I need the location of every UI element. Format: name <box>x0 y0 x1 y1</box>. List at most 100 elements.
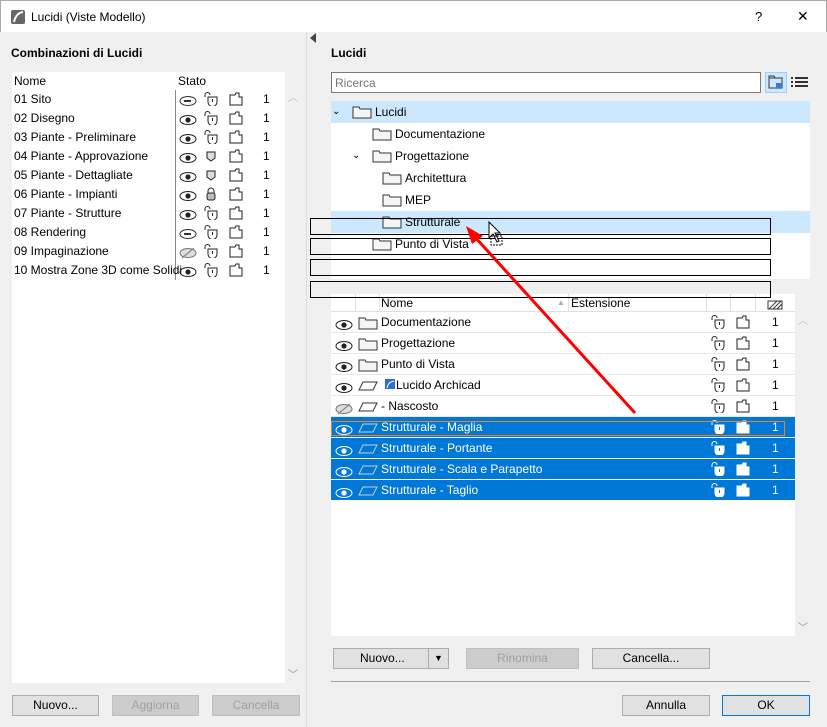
right-delete-button[interactable]: Cancella... <box>592 648 710 669</box>
update-button[interactable]: Aggiorna <box>112 695 199 716</box>
chevron-down-icon[interactable]: ⌄ <box>332 101 340 123</box>
tree-view-button[interactable] <box>765 72 787 93</box>
page-icon[interactable] <box>736 462 750 476</box>
combination-row[interactable]: 09 Impaginazione 1 <box>12 242 285 261</box>
cancel-button[interactable]: Annulla <box>622 695 710 716</box>
page-icon[interactable] <box>736 378 750 392</box>
page-icon[interactable] <box>736 357 750 371</box>
eye-icon[interactable] <box>179 266 197 278</box>
half-eye-icon[interactable] <box>179 228 197 240</box>
page-icon[interactable] <box>229 206 243 220</box>
combination-row[interactable]: 04 Piante - Approvazione 1 <box>12 147 285 166</box>
chevron-down-icon[interactable]: ⌄ <box>352 145 360 167</box>
layer-row[interactable]: Progettazione 1 <box>331 333 795 354</box>
hidden-eye-icon[interactable] <box>335 403 353 415</box>
col-state-header[interactable]: Stato <box>178 74 206 88</box>
left-delete-button[interactable]: Cancella <box>212 695 300 716</box>
lock-icon[interactable] <box>203 187 219 201</box>
scroll-down-icon[interactable]: ﹀ <box>288 666 298 681</box>
page-icon[interactable] <box>736 315 750 329</box>
tree-item[interactable]: MEP <box>331 189 810 211</box>
hidden-eye-icon[interactable] <box>179 247 197 259</box>
unlock-icon[interactable] <box>710 357 726 372</box>
shield-icon[interactable] <box>203 149 219 163</box>
col-name-header[interactable]: Nome <box>381 296 413 310</box>
combination-row[interactable]: 06 Piante - Impianti 1 <box>12 185 285 204</box>
combination-row[interactable]: 07 Piante - Strutture 1 <box>12 204 285 223</box>
unlock-icon[interactable] <box>710 483 726 498</box>
unlock-icon[interactable] <box>203 244 219 259</box>
search-input[interactable] <box>331 72 761 93</box>
unlock-icon[interactable] <box>710 441 726 456</box>
page-icon[interactable] <box>229 244 243 258</box>
scroll-down-icon[interactable]: ﹀ <box>798 619 808 634</box>
page-icon[interactable] <box>736 483 750 497</box>
combination-row[interactable]: 10 Mostra Zone 3D come Solidi 1 <box>12 261 285 280</box>
unlock-icon[interactable] <box>710 399 726 414</box>
layer-row[interactable]: Strutturale - Taglio 1 <box>331 480 795 501</box>
unlock-icon[interactable] <box>203 206 219 221</box>
dropdown-arrow-icon[interactable]: ▼ <box>434 649 443 668</box>
left-new-button[interactable]: Nuovo... <box>12 695 99 716</box>
combination-row[interactable]: 03 Piante - Preliminare 1 <box>12 128 285 147</box>
layer-row[interactable]: - Nascosto 1 <box>331 396 795 417</box>
page-icon[interactable] <box>229 92 243 106</box>
list-view-icon[interactable] <box>791 75 809 89</box>
page-icon[interactable] <box>229 168 243 182</box>
page-icon[interactable] <box>229 149 243 163</box>
left-scrollbar[interactable]: ︿ ﹀ <box>285 89 300 683</box>
collapse-arrow-icon[interactable] <box>309 33 317 43</box>
scroll-up-icon[interactable]: ︿ <box>798 312 808 327</box>
shield-icon[interactable] <box>203 168 219 182</box>
unlock-icon[interactable] <box>203 130 219 145</box>
layer-row[interactable]: Strutturale - Portante 1 <box>331 438 795 459</box>
tree-item[interactable]: Documentazione <box>331 123 810 145</box>
col-name-header[interactable]: Nome <box>14 74 46 88</box>
layer-row[interactable]: Strutturale - Scala e Parapetto 1 <box>331 459 795 480</box>
combination-row[interactable]: 01 Sito 1 <box>12 90 285 109</box>
eye-icon[interactable] <box>335 487 353 499</box>
eye-icon[interactable] <box>179 190 197 202</box>
page-icon[interactable] <box>229 225 243 239</box>
rename-button[interactable]: Rinomina <box>466 648 579 669</box>
page-icon[interactable] <box>229 130 243 144</box>
combination-row[interactable]: 05 Piante - Dettagliate 1 <box>12 166 285 185</box>
layer-row[interactable]: Documentazione 1 <box>331 312 795 333</box>
eye-icon[interactable] <box>179 209 197 221</box>
eye-icon[interactable] <box>335 382 353 394</box>
layer-row[interactable]: Punto di Vista 1 <box>331 354 795 375</box>
tree-item[interactable]: ⌄ Progettazione <box>331 145 810 167</box>
unlock-icon[interactable] <box>203 92 219 107</box>
tree-item[interactable]: Architettura <box>331 167 810 189</box>
help-button[interactable]: ? <box>755 9 762 24</box>
layers-scrollbar[interactable]: ︿ ﹀ <box>795 312 810 636</box>
right-new-button[interactable]: Nuovo... ▼ <box>333 648 449 669</box>
eye-icon[interactable] <box>335 340 353 352</box>
half-eye-icon[interactable] <box>179 95 197 107</box>
tree-item[interactable]: ⌄ Lucidi <box>331 101 810 123</box>
col-extension-header[interactable]: Estensione <box>571 296 630 310</box>
unlock-icon[interactable] <box>710 336 726 351</box>
page-icon[interactable] <box>736 336 750 350</box>
layer-row[interactable]: Lucido Archicad 1 <box>331 375 795 396</box>
page-icon[interactable] <box>229 187 243 201</box>
splitter[interactable] <box>306 32 307 727</box>
eye-icon[interactable] <box>335 466 353 478</box>
unlock-icon[interactable] <box>203 263 219 278</box>
unlock-icon[interactable] <box>710 462 726 477</box>
eye-icon[interactable] <box>335 319 353 331</box>
eye-icon[interactable] <box>179 114 197 126</box>
eye-icon[interactable] <box>179 133 197 145</box>
page-icon[interactable] <box>229 111 243 125</box>
page-icon[interactable] <box>736 399 750 413</box>
scroll-up-icon[interactable]: ︿ <box>288 89 298 104</box>
ok-button[interactable]: OK <box>722 695 810 716</box>
eye-icon[interactable] <box>335 361 353 373</box>
combination-row[interactable]: 02 Disegno 1 <box>12 109 285 128</box>
page-icon[interactable] <box>736 441 750 455</box>
unlock-icon[interactable] <box>710 315 726 330</box>
unlock-icon[interactable] <box>203 111 219 126</box>
close-button[interactable]: ✕ <box>797 8 809 25</box>
eye-icon[interactable] <box>179 152 197 164</box>
eye-icon[interactable] <box>335 445 353 457</box>
